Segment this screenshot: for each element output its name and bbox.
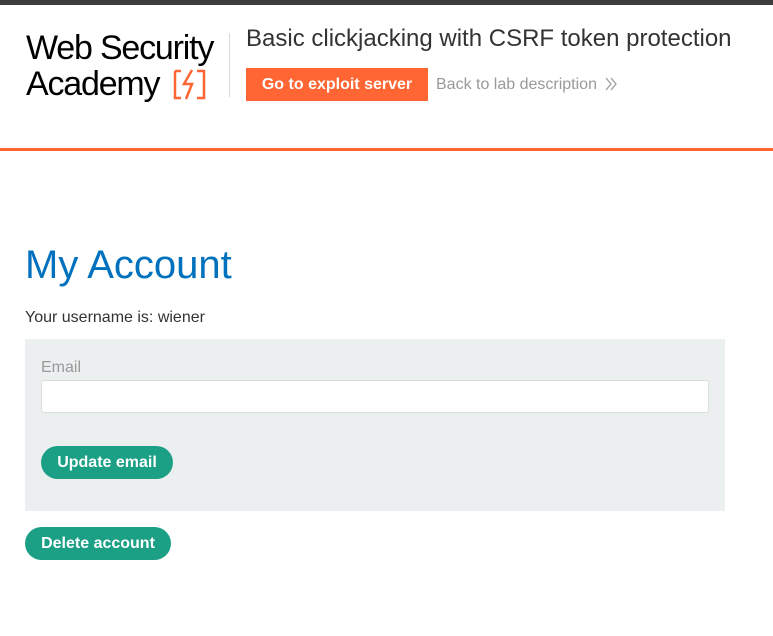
logo-text-line1: Web Security — [26, 29, 214, 67]
delete-account-button[interactable]: Delete account — [25, 527, 171, 560]
logo-text-line2: Academy — [26, 65, 161, 103]
email-input[interactable] — [41, 380, 709, 413]
lightning-bolt-icon — [173, 69, 206, 100]
lab-header: Web Security Academy Basic clickjacking … — [0, 5, 773, 148]
web-security-academy-logo[interactable]: Web Security Academy — [26, 27, 231, 105]
header-divider — [229, 33, 230, 97]
username-text: Your username is: wiener — [25, 309, 205, 326]
email-label: Email — [41, 359, 82, 376]
back-to-lab-description-link[interactable]: Back to lab description — [436, 75, 597, 95]
update-email-button[interactable]: Update email — [41, 446, 173, 479]
change-email-form: Email Update email — [25, 339, 725, 511]
go-to-exploit-server-button[interactable]: Go to exploit server — [246, 68, 428, 101]
page-title: My Account — [25, 243, 232, 287]
double-chevron-right-icon[interactable] — [604, 77, 618, 91]
lab-title: Basic clickjacking with CSRF token prote… — [246, 25, 732, 52]
header-accent-rule — [0, 148, 773, 151]
